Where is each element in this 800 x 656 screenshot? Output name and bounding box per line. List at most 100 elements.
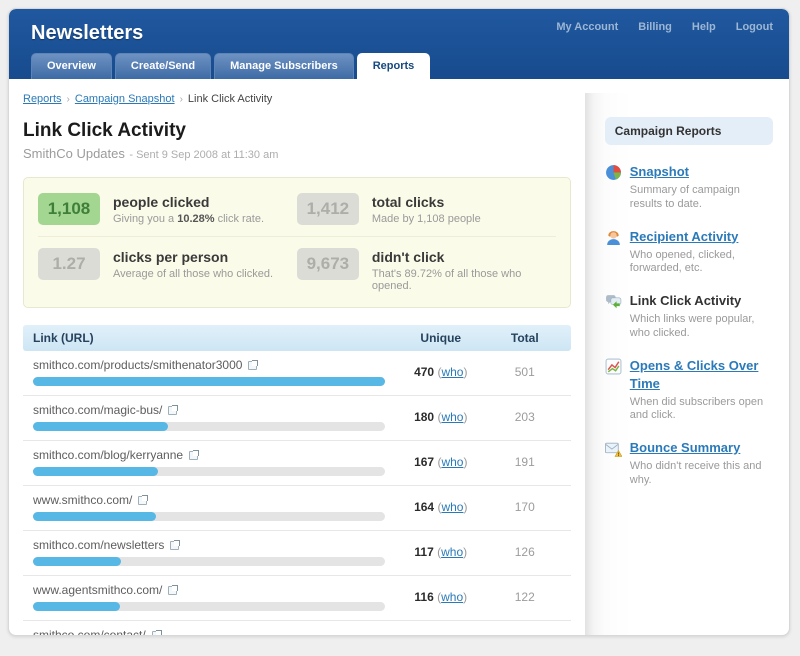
chat-bubbles-icon [605, 293, 622, 310]
sidebar-item-snapshot: Snapshot Summary of campaign results to … [605, 163, 773, 212]
stats-row: 1.27 clicks per person Average of all th… [38, 237, 556, 303]
click-bar [33, 422, 168, 431]
table-row: smithco.com/newsletters 117 (who) 126 [23, 531, 571, 576]
who-link[interactable]: who [441, 455, 463, 469]
click-bar-track [33, 557, 385, 566]
breadcrumb-current: Link Click Activity [188, 93, 272, 105]
sidebar-link[interactable]: Recipient Activity [630, 229, 739, 244]
stat-desc: That's 89.72% of all those who opened. [372, 268, 556, 292]
nav-billing[interactable]: Billing [638, 21, 672, 33]
main-column: Reports›Campaign Snapshot›Link Click Act… [23, 93, 571, 636]
unique-count-cell: 470 (who) [393, 365, 489, 379]
breadcrumb-campaign-snapshot[interactable]: Campaign Snapshot [75, 93, 175, 105]
sidebar-item-recipient-activity: Recipient Activity Who opened, clicked, … [605, 228, 773, 277]
content-area: Reports›Campaign Snapshot›Link Click Act… [9, 79, 789, 636]
column-header-total: Total [489, 331, 561, 345]
table-row: smithco.com/blog/kerryanne 167 (who) 191 [23, 441, 571, 486]
sidebar-title: Campaign Reports [605, 117, 773, 145]
nav-help[interactable]: Help [692, 21, 716, 33]
nav-my-account[interactable]: My Account [556, 21, 618, 33]
click-bar [33, 557, 121, 566]
sidebar-link[interactable]: Snapshot [630, 164, 689, 179]
unique-count-cell: 180 (who) [393, 410, 489, 424]
stat-value-badge: 1,412 [297, 193, 359, 225]
tab-bar: Overview Create/Send Manage Subscribers … [31, 53, 430, 79]
sidebar-item-desc: Who opened, clicked, forwarded, etc. [630, 249, 773, 277]
link-url: smithco.com/newsletters [33, 538, 164, 552]
stat-label: people clicked [113, 193, 264, 210]
page-title: Link Click Activity [23, 120, 571, 142]
line-chart-icon [605, 358, 622, 375]
table-row: www.agentsmithco.com/ 116 (who) 122 [23, 576, 571, 621]
stat-value-badge: 1.27 [38, 248, 100, 280]
who-link[interactable]: who [441, 410, 463, 424]
click-bar [33, 467, 158, 476]
table-row: www.smithco.com/ 164 (who) 170 [23, 486, 571, 531]
tab-create-send[interactable]: Create/Send [115, 53, 211, 79]
sidebar-item-opens-clicks-over-time: Opens & Clicks Over Time When did subscr… [605, 357, 773, 424]
sidebar-item-desc: Who didn't receive this and why. [630, 460, 773, 488]
person-icon [605, 229, 622, 246]
click-bar [33, 377, 385, 386]
who-link[interactable]: who [438, 635, 460, 636]
who-link[interactable]: who [441, 590, 463, 604]
external-link-icon[interactable] [168, 586, 177, 595]
external-link-icon[interactable] [152, 631, 161, 637]
table-header: Link (URL) Unique Total [23, 325, 571, 351]
envelope-alert-icon [605, 440, 622, 457]
stat-label: didn't click [372, 248, 556, 265]
tab-manage-subscribers[interactable]: Manage Subscribers [214, 53, 354, 79]
external-link-icon[interactable] [168, 406, 177, 415]
table-row: smithco.com/products/smithenator3000 470… [23, 351, 571, 396]
stat-value-badge: 9,673 [297, 248, 359, 280]
sidebar-item-bounce-summary: Bounce Summary Who didn't receive this a… [605, 439, 773, 488]
top-header: Newsletters My Account Billing Help Logo… [9, 9, 789, 79]
utility-nav: My Account Billing Help Logout [556, 21, 773, 33]
who-link[interactable]: who [441, 545, 463, 559]
click-bar-track [33, 512, 385, 521]
stat-label: clicks per person [113, 248, 273, 265]
sidebar-item-link-click-activity: Link Click Activity Which links were pop… [605, 292, 773, 341]
table-row: smithco.com/contact/ 72 (who) 73 [23, 621, 571, 636]
breadcrumb-separator: › [62, 94, 75, 105]
total-count: 191 [489, 455, 561, 469]
total-count: 203 [489, 410, 561, 424]
unique-count-cell: 117 (who) [393, 545, 489, 559]
link-url: smithco.com/contact/ [33, 628, 146, 636]
unique-count-cell: 72 (who) [393, 635, 489, 636]
total-count: 170 [489, 500, 561, 514]
click-bar-track [33, 422, 385, 431]
stat-people-clicked: 1,108 people clicked Giving you a 10.28%… [38, 193, 297, 225]
click-bar-track [33, 467, 385, 476]
external-link-icon[interactable] [138, 496, 147, 505]
sidebar-link[interactable]: Opens & Clicks Over Time [630, 358, 759, 391]
stat-total-clicks: 1,412 total clicks Made by 1,108 people [297, 193, 556, 225]
total-count: 126 [489, 545, 561, 559]
tab-overview[interactable]: Overview [31, 53, 112, 79]
tab-reports[interactable]: Reports [357, 53, 431, 79]
link-url: smithco.com/magic-bus/ [33, 403, 162, 417]
breadcrumb-reports[interactable]: Reports [23, 93, 62, 105]
sent-date: - Sent 9 Sep 2008 at 11:30 am [129, 149, 278, 161]
who-link[interactable]: who [441, 365, 463, 379]
external-link-icon[interactable] [248, 361, 257, 370]
sidebar-link[interactable]: Bounce Summary [630, 440, 741, 455]
link-url: smithco.com/products/smithenator3000 [33, 358, 242, 372]
pie-chart-icon [605, 164, 622, 181]
stat-clicks-per-person: 1.27 clicks per person Average of all th… [38, 248, 297, 292]
column-header-link-url: Link (URL) [33, 331, 393, 345]
sidebar-item-desc: Summary of campaign results to date. [630, 184, 773, 212]
stat-desc: Giving you a 10.28% click rate. [113, 213, 264, 225]
table-row: smithco.com/magic-bus/ 180 (who) 203 [23, 396, 571, 441]
nav-logout[interactable]: Logout [736, 21, 773, 33]
click-bar-track [33, 377, 385, 386]
link-url: www.smithco.com/ [33, 493, 132, 507]
unique-count-cell: 116 (who) [393, 590, 489, 604]
who-link[interactable]: who [441, 500, 463, 514]
click-bar-track [33, 602, 385, 611]
external-link-icon[interactable] [189, 451, 198, 460]
external-link-icon[interactable] [170, 541, 179, 550]
total-count: 122 [489, 590, 561, 604]
click-bar [33, 512, 156, 521]
breadcrumb: Reports›Campaign Snapshot›Link Click Act… [23, 93, 571, 105]
